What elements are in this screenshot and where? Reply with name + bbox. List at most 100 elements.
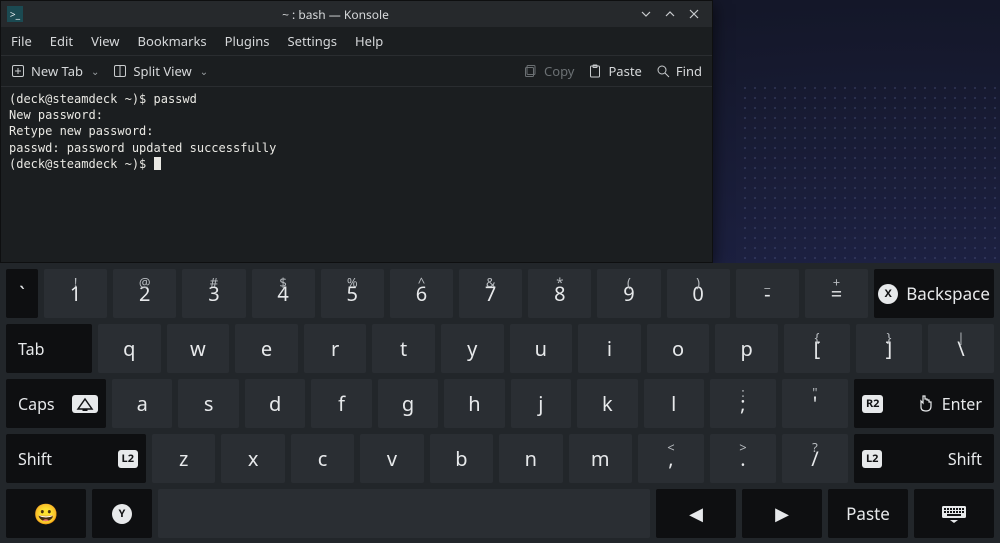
key-m[interactable]: m: [569, 434, 632, 483]
key-3[interactable]: #3: [182, 269, 245, 318]
paste-button[interactable]: Paste: [588, 62, 641, 80]
key-upper: <: [667, 438, 674, 456]
key-hide-keyboard[interactable]: [914, 489, 994, 538]
menu-file[interactable]: File: [11, 32, 32, 50]
key-emoji[interactable]: 😀: [6, 489, 86, 538]
key-7[interactable]: &7: [459, 269, 522, 318]
key-comma[interactable]: <,: [638, 434, 704, 483]
key-lbracket[interactable]: {[: [784, 324, 850, 373]
key-f[interactable]: f: [311, 379, 371, 428]
split-view-button[interactable]: Split View ⌄: [113, 62, 208, 80]
term-line-4: passwd: password updated successfully: [9, 141, 276, 155]
key-e[interactable]: e: [235, 324, 298, 373]
find-button[interactable]: Find: [656, 62, 702, 80]
key-u[interactable]: u: [510, 324, 573, 373]
arrow-right-icon: ▶: [775, 502, 789, 526]
key-upper: @: [139, 273, 151, 291]
key-a[interactable]: a: [112, 379, 172, 428]
terminal-area[interactable]: (deck@steamdeck ~)$ passwd New password:…: [1, 87, 712, 262]
key-shift-right[interactable]: L2 Shift: [854, 434, 994, 483]
key-r[interactable]: r: [304, 324, 367, 373]
key-arrow-left[interactable]: ◀: [656, 489, 736, 538]
new-tab-label: New Tab: [31, 62, 83, 80]
key-semicolon[interactable]: :;: [710, 379, 776, 428]
key-y-hint[interactable]: Y: [92, 489, 152, 538]
close-button[interactable]: [688, 8, 706, 20]
key-h[interactable]: h: [444, 379, 504, 428]
key-space[interactable]: [158, 489, 650, 538]
key-v[interactable]: v: [360, 434, 423, 483]
key-tab[interactable]: Tab: [6, 324, 92, 373]
key-arrow-right[interactable]: ▶: [742, 489, 822, 538]
key-minus[interactable]: _-: [736, 269, 799, 318]
key-z[interactable]: z: [152, 434, 215, 483]
key-backtick[interactable]: `: [6, 269, 38, 318]
key-enter[interactable]: R2 Enter: [854, 379, 994, 428]
key-q[interactable]: q: [98, 324, 161, 373]
key-quote[interactable]: "': [782, 379, 848, 428]
key-upper: !: [74, 273, 78, 291]
maximize-button[interactable]: [664, 8, 682, 20]
key-6[interactable]: ^6: [390, 269, 453, 318]
key-w[interactable]: w: [167, 324, 230, 373]
key-l[interactable]: l: [644, 379, 704, 428]
key-upper: ": [812, 383, 817, 401]
menu-view[interactable]: View: [91, 32, 119, 50]
copy-button[interactable]: Copy: [524, 62, 574, 80]
key-8[interactable]: *8: [528, 269, 591, 318]
key-backspace[interactable]: X Backspace: [874, 269, 994, 318]
split-view-icon: [113, 64, 127, 78]
kbd-row-2: Tab q w e r t y u i o p {[ }] |\: [6, 324, 994, 373]
emoji-icon: 😀: [34, 500, 59, 527]
key-5[interactable]: %5: [321, 269, 384, 318]
key-o[interactable]: o: [647, 324, 710, 373]
menu-bookmarks[interactable]: Bookmarks: [138, 32, 207, 50]
key-p[interactable]: p: [715, 324, 778, 373]
key-rbracket[interactable]: }]: [856, 324, 922, 373]
key-g[interactable]: g: [378, 379, 438, 428]
key-upper: *: [556, 273, 563, 291]
key-1[interactable]: !1: [44, 269, 107, 318]
key-4[interactable]: $4: [252, 269, 315, 318]
key-i[interactable]: i: [578, 324, 641, 373]
key-t[interactable]: t: [372, 324, 435, 373]
menu-plugins[interactable]: Plugins: [225, 32, 270, 50]
l3-badge-icon: [72, 395, 98, 413]
key-lower: k: [602, 390, 613, 417]
key-lower: i: [607, 335, 612, 362]
menu-settings[interactable]: Settings: [288, 32, 337, 50]
new-tab-button[interactable]: New Tab ⌄: [11, 62, 99, 80]
key-equals[interactable]: +=: [805, 269, 868, 318]
term-line-1-cmd: passwd: [146, 92, 197, 106]
key-2[interactable]: @2: [113, 269, 176, 318]
key-c[interactable]: c: [291, 434, 354, 483]
konsole-app-icon: >_: [7, 6, 23, 22]
menubar: File Edit View Bookmarks Plugins Setting…: [1, 27, 712, 55]
minimize-button[interactable]: [640, 8, 658, 20]
key-upper: ^: [418, 273, 425, 291]
key-period[interactable]: >.: [710, 434, 776, 483]
key-s[interactable]: s: [178, 379, 238, 428]
key-lower: g: [402, 390, 414, 417]
key-caps[interactable]: Caps: [6, 379, 106, 428]
key-backslash[interactable]: |\: [928, 324, 994, 373]
key-paste[interactable]: Paste: [828, 489, 908, 538]
titlebar[interactable]: >_ ~ : bash — Konsole: [1, 1, 712, 27]
key-b[interactable]: b: [430, 434, 493, 483]
menu-edit[interactable]: Edit: [50, 32, 73, 50]
key-j[interactable]: j: [511, 379, 571, 428]
key-upper: |: [957, 328, 964, 346]
key-d[interactable]: d: [245, 379, 305, 428]
key-9[interactable]: (9: [597, 269, 660, 318]
key-slash[interactable]: ?/: [782, 434, 848, 483]
key-shift-left[interactable]: Shift L2: [6, 434, 146, 483]
new-tab-icon: [11, 64, 25, 78]
key-n[interactable]: n: [499, 434, 562, 483]
key-k[interactable]: k: [577, 379, 637, 428]
caret-down-icon: ⌄: [200, 64, 208, 78]
key-x[interactable]: x: [221, 434, 284, 483]
term-line-2: New password:: [9, 108, 103, 122]
key-y[interactable]: y: [441, 324, 504, 373]
menu-help[interactable]: Help: [355, 32, 383, 50]
key-0[interactable]: )0: [667, 269, 730, 318]
